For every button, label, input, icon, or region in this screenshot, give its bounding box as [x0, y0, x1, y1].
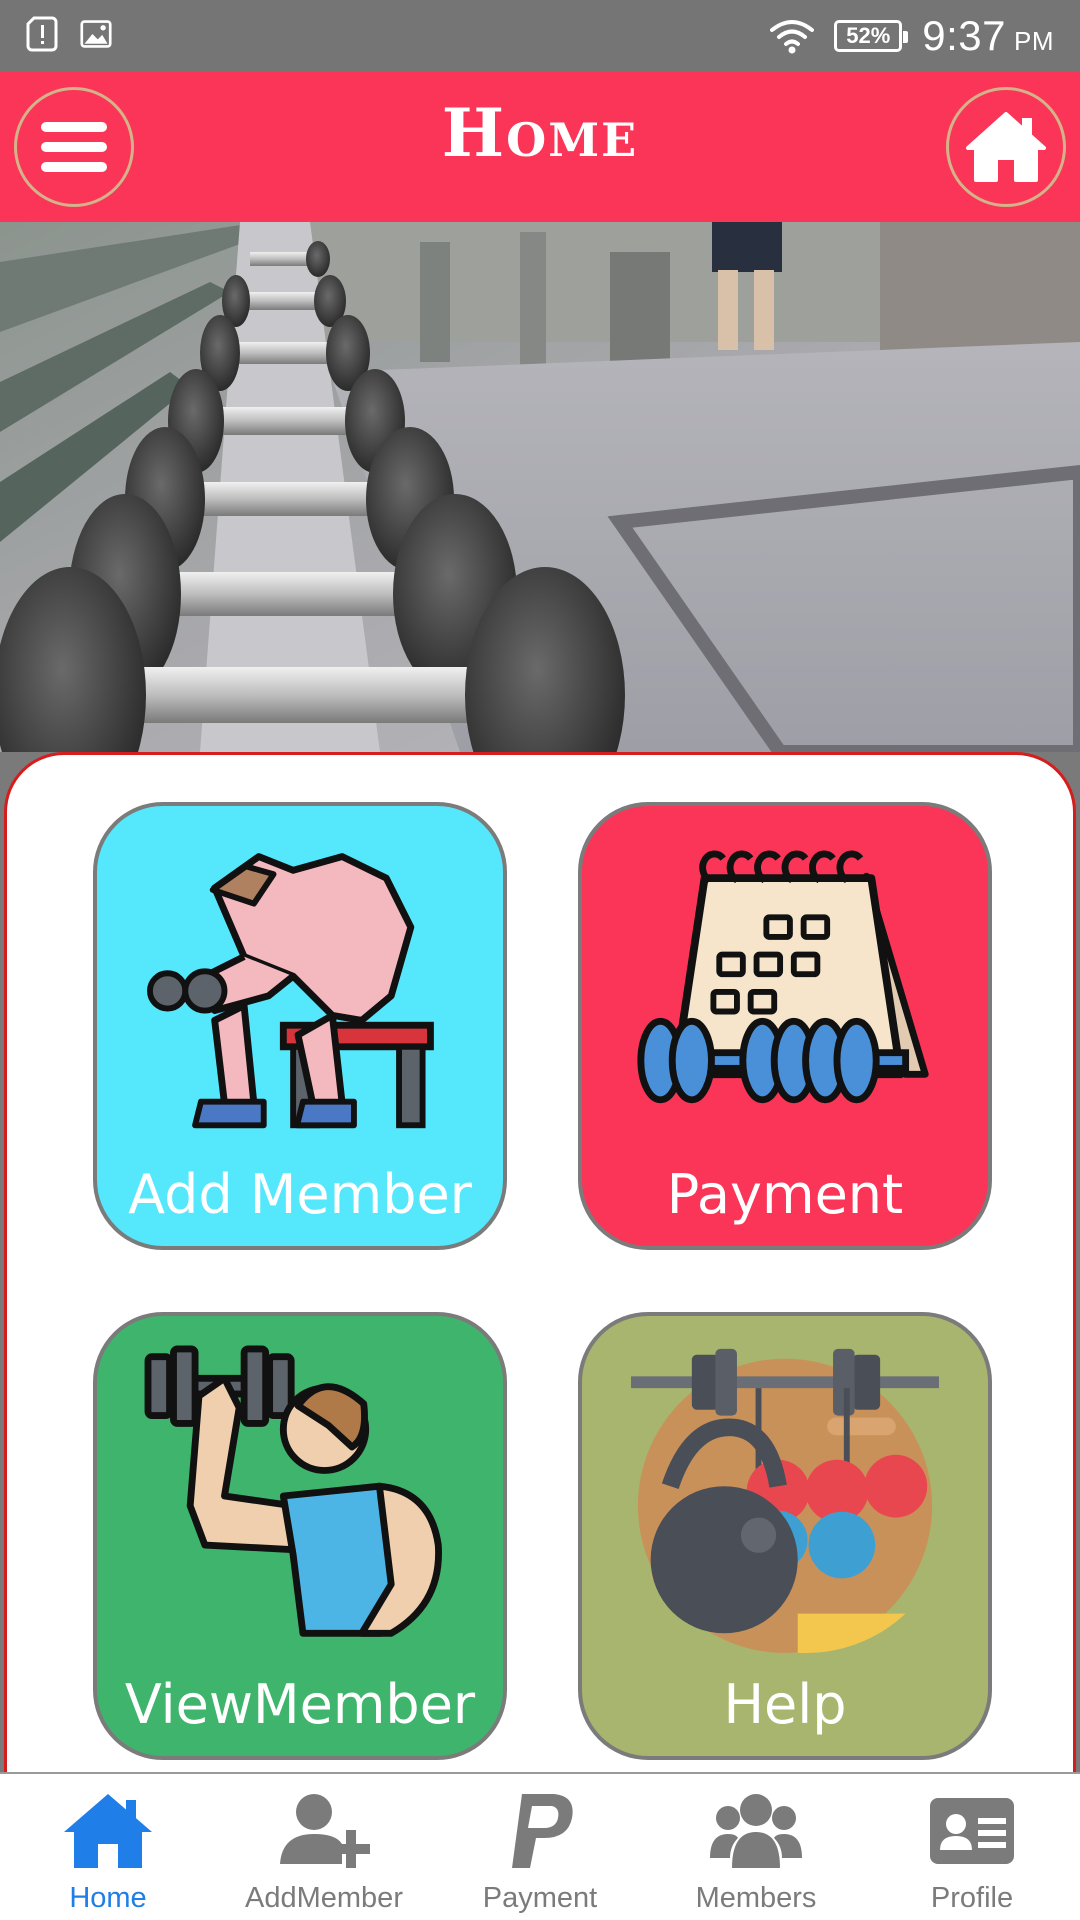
nav-label-members: Members	[695, 1882, 817, 1914]
nav-item-profile[interactable]: Profile	[864, 1774, 1080, 1920]
alert-notification-icon	[26, 16, 58, 52]
man-lifting-dumbbell-icon	[144, 1345, 442, 1637]
gym-hero-image	[0, 222, 1080, 752]
image-notification-icon	[80, 20, 112, 48]
battery-level: 52%	[846, 23, 891, 48]
id-card-icon	[930, 1798, 1014, 1864]
payment-label: Payment	[666, 1163, 904, 1226]
nav-item-payment[interactable]: Payment	[432, 1774, 648, 1920]
bottom-navigation: Home AddMember Payment Members Profile	[0, 1772, 1080, 1920]
gym-equipment-icon	[631, 1348, 939, 1654]
view-member-tile[interactable]: ViewMember	[93, 1312, 507, 1760]
payment-tile[interactable]: Payment	[578, 802, 992, 1250]
clock-ampm: PM	[1014, 26, 1054, 56]
home-icon	[966, 112, 1046, 182]
nav-label-payment: Payment	[482, 1882, 598, 1914]
users-icon	[710, 1794, 802, 1868]
add-user-icon	[280, 1794, 370, 1868]
nav-item-home[interactable]: Home	[0, 1774, 216, 1920]
dashboard-card: Add Member Payment ViewMember Help	[4, 752, 1076, 1772]
calendar-dumbbell-icon	[637, 850, 929, 1104]
nav-item-addmember[interactable]: AddMember	[216, 1774, 432, 1920]
page-title: Home	[441, 94, 639, 172]
nav-item-members[interactable]: Members	[648, 1774, 864, 1920]
help-tile[interactable]: Help	[578, 1312, 992, 1760]
nav-label-profile: Profile	[930, 1882, 1014, 1914]
help-label: Help	[723, 1673, 847, 1736]
wifi-icon	[770, 20, 815, 54]
app-header: Home	[0, 72, 1080, 222]
clock-time: 9:37	[922, 12, 1006, 59]
status-bar: 52% 9:37 PM	[0, 0, 1080, 72]
add-member-label: Add Member	[128, 1163, 472, 1226]
add-member-tile[interactable]: Add Member	[93, 802, 507, 1250]
view-member-label: ViewMember	[124, 1673, 476, 1736]
nav-label-home: Home	[69, 1882, 147, 1914]
home-icon	[64, 1794, 152, 1868]
paypal-icon	[512, 1794, 573, 1868]
battery-indicator: 52%	[834, 20, 909, 52]
home-button[interactable]	[946, 87, 1066, 207]
nav-label-addmember: AddMember	[245, 1882, 403, 1914]
bodybuilder-curl-icon	[147, 853, 434, 1129]
clock: 9:37 PM	[922, 12, 1054, 60]
